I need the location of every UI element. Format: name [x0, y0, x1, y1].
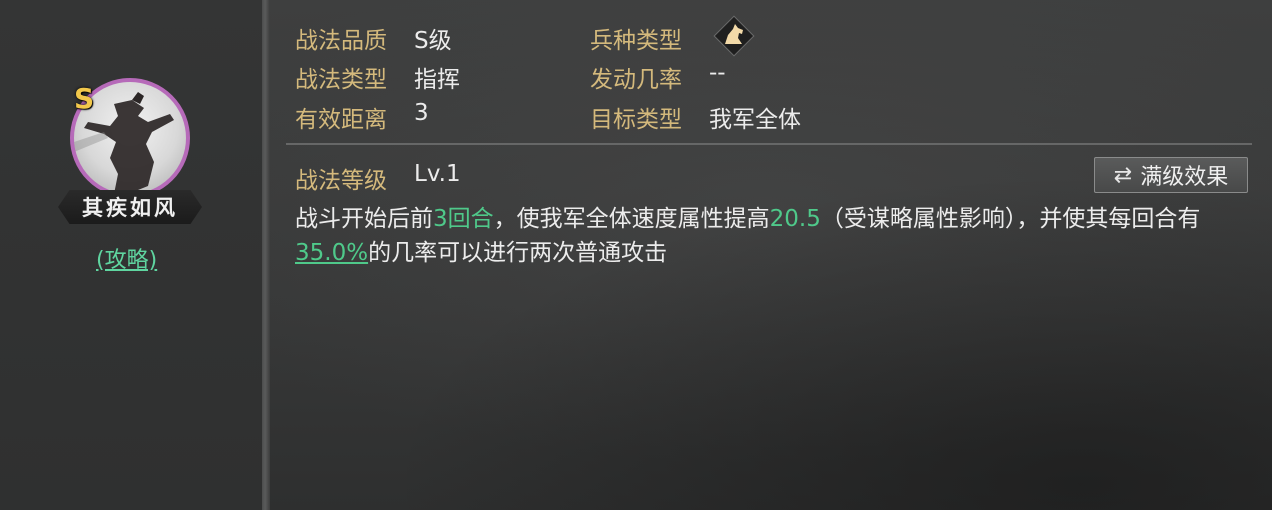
skill-portrait: S — [70, 78, 190, 198]
range-value: 3 — [414, 100, 429, 126]
quality-label: 战法品质 — [295, 28, 387, 54]
swap-arrows-icon: ⇄ — [1113, 162, 1133, 188]
rate-value: -- — [709, 60, 726, 86]
desc-text-2: ，使我军全体速度属性提高 — [493, 206, 770, 232]
horse-cavalry-icon — [712, 14, 756, 58]
rate-label: 发动几率 — [590, 67, 682, 93]
range-label: 有效距离 — [295, 107, 387, 133]
target-label: 目标类型 — [590, 107, 682, 133]
desc-text-3: （受谋略属性影响），并使其每回合有 — [820, 206, 1201, 232]
troop-type-label: 兵种类型 — [590, 28, 682, 54]
desc-highlight-rounds: 3回合 — [433, 206, 494, 232]
skill-card-panel: S 其疾如风 (攻略) — [0, 0, 262, 510]
skill-name: 其疾如风 — [58, 190, 202, 224]
level-label: 战法等级 — [295, 168, 387, 194]
skill-description: 战斗开始后前3回合，使我军全体速度属性提高20.5（受谋略属性影响），并使其每回… — [295, 202, 1250, 270]
desc-text-4: 的几率可以进行两次普通攻击 — [368, 240, 668, 266]
max-level-effect-button[interactable]: ⇄ 满级效果 — [1094, 157, 1248, 193]
target-value: 我军全体 — [709, 107, 801, 133]
section-divider — [286, 143, 1252, 145]
quality-value: S级 — [414, 28, 452, 54]
type-value: 指挥 — [414, 67, 460, 93]
level-value: Lv.1 — [414, 161, 461, 187]
grade-badge: S — [74, 82, 95, 115]
desc-highlight-chance[interactable]: 35.0% — [295, 240, 368, 266]
type-label: 战法类型 — [295, 67, 387, 93]
desc-highlight-speed: 20.5 — [769, 206, 821, 232]
guide-link[interactable]: (攻略) — [96, 242, 157, 274]
panel-divider — [262, 0, 270, 510]
desc-text-1: 战斗开始后前 — [295, 206, 433, 232]
max-level-effect-label: 满级效果 — [1140, 165, 1229, 190]
